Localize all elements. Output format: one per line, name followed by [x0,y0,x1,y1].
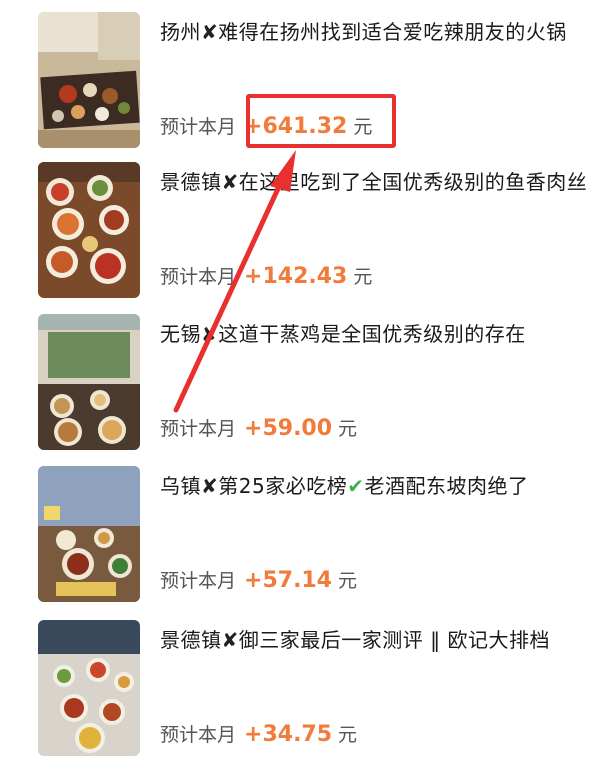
title-text: 老酒配东坡肉绝了 [364,474,529,498]
earning-label: 预计本月 [160,116,237,138]
list-item[interactable]: 景德镇✘在这里吃到了全国优秀级别的鱼香肉丝 预计本月 +142.43 元 [0,162,616,312]
location-text: 扬州 [160,20,201,44]
food-thumbnail[interactable] [38,314,140,450]
earning-row: 预计本月 +34.75 元 [160,720,357,756]
earning-amount: +34.75 [244,722,333,747]
earning-amount: +57.14 [244,568,333,593]
cross-mark-icon: ✘ [201,20,219,44]
currency-unit: 元 [338,570,358,592]
post-title[interactable]: 乌镇✘第25家必吃榜✔老酒配东坡肉绝了 [160,468,590,504]
earning-amount: +142.43 [244,264,348,289]
earning-label: 预计本月 [160,570,237,592]
location-text: 景德镇 [160,170,222,194]
earning-row: 预计本月 +59.00 元 [160,414,357,450]
food-thumbnail[interactable] [38,620,140,756]
highlight-box [246,94,396,148]
post-title[interactable]: 景德镇✘御三家最后一家测评 ‖ 欧记大排档 [160,622,590,658]
cross-mark-icon: ✘ [221,628,239,652]
list-item[interactable]: 无锡✘这道干蒸鸡是全国优秀级别的存在 预计本月 +59.00 元 [0,314,616,464]
post-title[interactable]: 景德镇✘在这里吃到了全国优秀级别的鱼香肉丝 [160,164,590,200]
currency-unit: 元 [338,724,358,746]
food-thumbnail[interactable] [38,162,140,298]
list-item[interactable]: 景德镇✘御三家最后一家测评 ‖ 欧记大排档 预计本月 +34.75 元 [0,620,616,770]
earning-row: 预计本月 +142.43 元 [160,262,372,298]
list-item[interactable]: 乌镇✘第25家必吃榜✔老酒配东坡肉绝了 预计本月 +57.14 元 [0,466,616,616]
earning-label: 预计本月 [160,418,237,440]
cross-mark-icon: ✘ [201,322,219,346]
title-text: 难得在扬州找到适合爱吃辣朋友的火锅 [218,20,567,44]
food-thumbnail[interactable] [38,12,140,148]
title-text: 御三家最后一家测评 ‖ 欧记大排档 [238,628,550,652]
earning-amount: +59.00 [244,416,333,441]
earning-label: 预计本月 [160,724,237,746]
title-text: 这道干蒸鸡是全国优秀级别的存在 [218,322,526,346]
location-text: 乌镇 [160,474,201,498]
currency-unit: 元 [338,418,358,440]
post-title[interactable]: 无锡✘这道干蒸鸡是全国优秀级别的存在 [160,316,590,352]
food-thumbnail[interactable] [38,466,140,602]
check-mark-icon: ✔ [347,474,365,498]
earning-row: 预计本月 +57.14 元 [160,566,357,602]
cross-mark-icon: ✘ [221,170,239,194]
title-text: 在这里吃到了全国优秀级别的鱼香肉丝 [238,170,588,194]
title-text: 第25家必吃榜 [218,474,348,498]
location-text: 无锡 [160,322,201,346]
earning-label: 预计本月 [160,266,237,288]
location-text: 景德镇 [160,628,222,652]
post-title[interactable]: 扬州✘难得在扬州找到适合爱吃辣朋友的火锅 [160,14,590,50]
currency-unit: 元 [353,266,373,288]
cross-mark-icon: ✘ [201,474,219,498]
